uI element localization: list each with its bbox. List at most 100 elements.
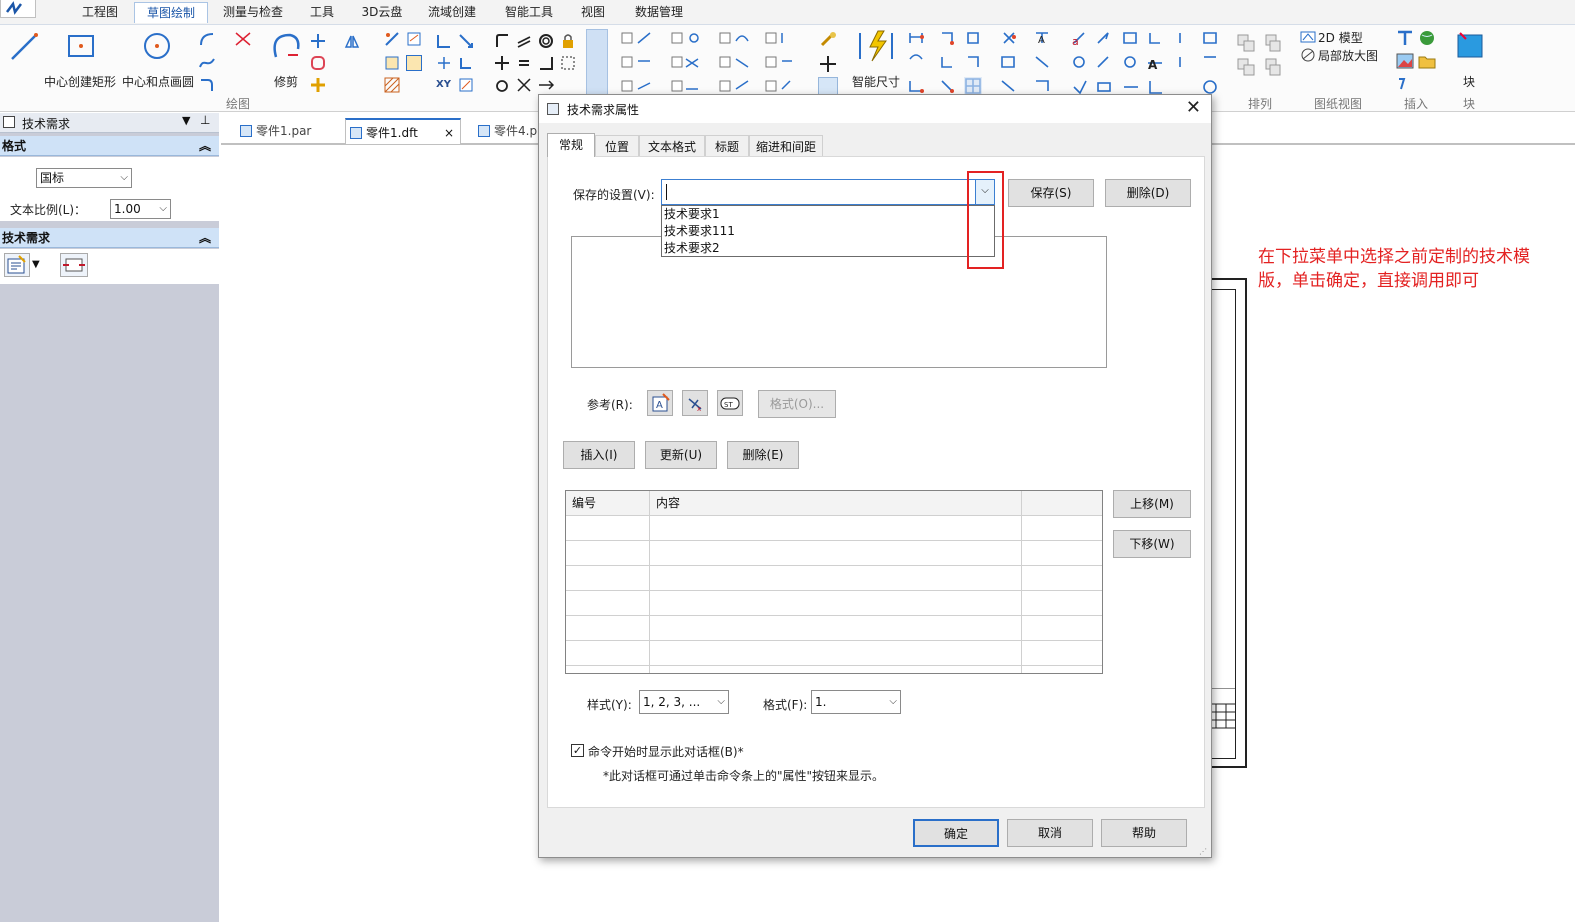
dropdown-option[interactable]: 技术要求111: [662, 223, 994, 240]
ok-button[interactable]: 确定: [913, 819, 999, 847]
display-toggle-grid[interactable]: [620, 31, 800, 101]
xy-icon[interactable]: XY: [436, 79, 451, 90]
tab-position[interactable]: 位置: [595, 135, 639, 157]
dimension-tools-grid[interactable]: A: [906, 29, 1056, 101]
tab-text-format[interactable]: 文本格式: [639, 135, 705, 157]
show-dialog-checkbox[interactable]: ✓: [571, 744, 584, 757]
text-scale-select[interactable]: 1.00 ⌵: [110, 199, 171, 219]
save-button[interactable]: 保存(S): [1008, 179, 1094, 207]
detail-view-label[interactable]: 局部放大图: [1318, 47, 1378, 64]
doc-tab-part4[interactable]: 零件4.p: [474, 118, 538, 144]
column-header-number[interactable]: 编号: [566, 491, 650, 516]
constraint-icon-3[interactable]: [494, 55, 510, 71]
relation-icon-4[interactable]: [406, 55, 422, 71]
relation-icon-2[interactable]: [406, 31, 422, 47]
annotation-tools-grid[interactable]: a A: [1070, 29, 1220, 101]
format-select[interactable]: 1. ⌵: [811, 690, 901, 714]
folder-insert-icon[interactable]: [1418, 53, 1436, 69]
model-2d-icon[interactable]: [1300, 29, 1316, 45]
style-select[interactable]: 1, 2, 3, ... ⌵: [639, 690, 729, 714]
app-logo-icon[interactable]: [0, 0, 36, 18]
tech-section-header[interactable]: 技术需求 ︽: [0, 228, 219, 248]
doc-tab-part1-par[interactable]: 零件1.par: [236, 118, 340, 144]
doc-tab-part1-dft[interactable]: 零件1.dft ×: [345, 118, 461, 144]
move-up-button[interactable]: 上移(M): [1113, 490, 1191, 518]
delete-entry-button[interactable]: 删除(E): [727, 441, 799, 469]
entries-table[interactable]: 编号 内容: [565, 490, 1103, 674]
table-row[interactable]: [566, 564, 1102, 591]
globe-icon[interactable]: [1418, 29, 1436, 47]
saved-settings-dropdown-list[interactable]: 技术要求1 技术要求111 技术要求2: [661, 205, 995, 257]
hatch-icon[interactable]: [384, 77, 400, 93]
format-button[interactable]: 格式(O)...: [758, 390, 836, 418]
constraint-icon-8[interactable]: [538, 77, 555, 93]
tab-sketch[interactable]: 草图绘制: [134, 2, 208, 23]
tab-engineering-drawing[interactable]: 工程图: [74, 2, 126, 22]
standard-select[interactable]: 国标 ⌵: [36, 168, 132, 188]
sketch-move-icon[interactable]: [818, 55, 838, 73]
collapse-icon[interactable]: ︽: [199, 136, 211, 156]
constraint-icon-1[interactable]: [494, 33, 510, 49]
constraint-icon-4[interactable]: [538, 55, 554, 71]
dropdown-option[interactable]: 技术要求2: [662, 240, 994, 257]
insert-st-icon[interactable]: ST: [717, 390, 743, 416]
table-row[interactable]: [566, 614, 1102, 641]
table-row[interactable]: [566, 639, 1102, 666]
relation-icon-5[interactable]: [436, 33, 452, 49]
resize-grip-icon[interactable]: ⋰: [1199, 847, 1209, 857]
tab-indent-spacing[interactable]: 缩进和间距: [749, 135, 823, 157]
model-2d-label[interactable]: 2D 模型: [1318, 29, 1363, 46]
constraint-icon-7[interactable]: [516, 77, 532, 93]
insert-symbol-icon[interactable]: x: [682, 390, 708, 416]
column-header-extra[interactable]: [1021, 491, 1102, 516]
relation-icon-7[interactable]: [436, 55, 452, 71]
tab-view[interactable]: 视图: [570, 2, 616, 22]
dropdown-arrow-icon[interactable]: ▼: [32, 259, 40, 270]
update-button[interactable]: 更新(U): [645, 441, 717, 469]
lock-icon[interactable]: [560, 33, 576, 49]
column-header-content[interactable]: 内容: [649, 491, 1022, 516]
table-row[interactable]: [566, 539, 1102, 566]
equal-icon[interactable]: [516, 55, 532, 71]
extend-icon[interactable]: [310, 33, 326, 49]
tab-data-management[interactable]: 数据管理: [624, 2, 694, 22]
relation-icon-6[interactable]: [458, 33, 474, 49]
constraint-icon-2[interactable]: [516, 33, 532, 49]
dropdown-option[interactable]: 技术要求1: [662, 206, 994, 223]
center-rect-icon[interactable]: [66, 33, 96, 59]
dialog-close-icon[interactable]: ✕: [1186, 97, 1201, 118]
arc-tool-icon[interactable]: [198, 31, 216, 47]
text-tool-icon[interactable]: [1396, 29, 1414, 47]
tab-3d-cloud[interactable]: 3D云盘: [352, 2, 412, 22]
detail-view-icon[interactable]: [1300, 47, 1316, 63]
tab-tools[interactable]: 工具: [302, 2, 342, 22]
cancel-button[interactable]: 取消: [1007, 819, 1093, 847]
arrange-icons[interactable]: [1234, 31, 1286, 91]
sketch-select-icon[interactable]: [818, 77, 838, 95]
relation-icon-3[interactable]: [384, 55, 400, 71]
symbol-insert-icon[interactable]: [1396, 75, 1414, 91]
tech-properties-icon[interactable]: [4, 253, 30, 277]
image-insert-icon[interactable]: [1396, 53, 1414, 69]
table-row[interactable]: [566, 589, 1102, 616]
move-icon[interactable]: [310, 77, 326, 93]
table-row[interactable]: [566, 664, 1102, 673]
relation-icon-9[interactable]: [458, 77, 474, 93]
move-down-button[interactable]: 下移(W): [1113, 530, 1191, 558]
panel-menu-icon[interactable]: ▼: [182, 114, 190, 127]
tab-flow-create[interactable]: 流域创建: [420, 2, 484, 22]
offset-icon[interactable]: [310, 55, 326, 71]
sketch-paint-icon[interactable]: [818, 31, 838, 49]
help-button[interactable]: 帮助: [1101, 819, 1187, 847]
smart-dimension-icon[interactable]: [856, 29, 896, 63]
collapse-icon[interactable]: ︽: [199, 228, 211, 248]
close-icon[interactable]: ×: [444, 120, 454, 146]
tab-general[interactable]: 常规: [547, 133, 595, 157]
table-row[interactable]: [566, 514, 1102, 541]
concentric-icon[interactable]: [538, 33, 554, 49]
center-circle-icon[interactable]: [142, 31, 172, 61]
tech-insert-icon[interactable]: [60, 253, 88, 277]
block-icon[interactable]: [1454, 29, 1486, 61]
show-dialog-label[interactable]: 命令开始时显示此对话框(B)*: [588, 743, 744, 760]
tab-measure-inspect[interactable]: 测量与检查: [214, 2, 292, 22]
